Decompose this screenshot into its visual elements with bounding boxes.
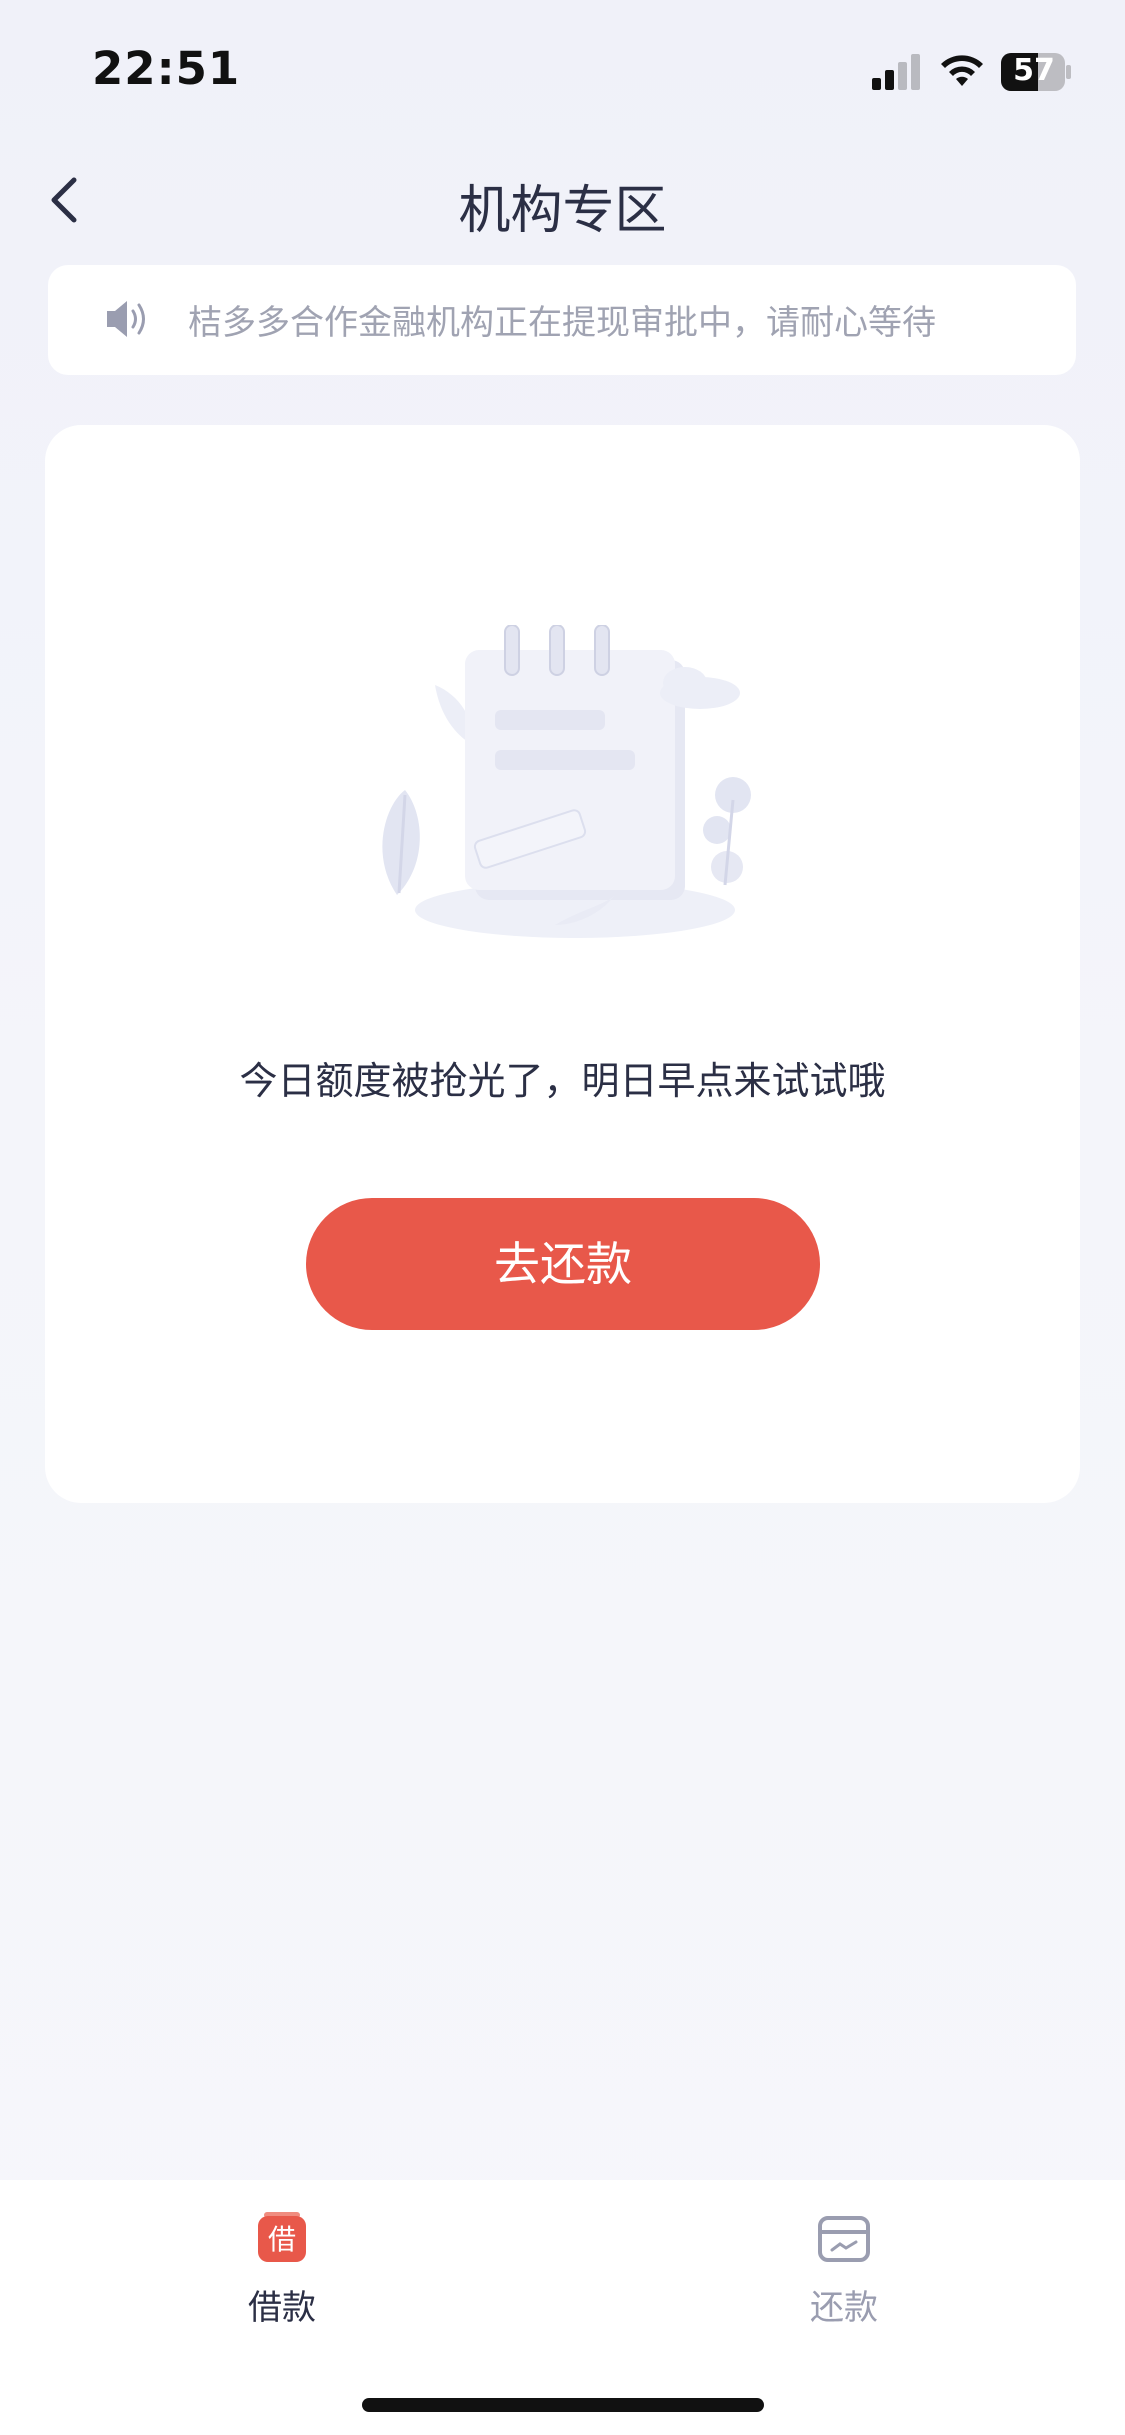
wifi-icon [941,55,983,86]
borrow-icon-glyph: 借 [268,2223,296,2256]
nav-header: 机构专区 [0,150,1125,250]
battery-level: 57 [1013,53,1055,88]
empty-state-card: 今日额度被抢光了，明日早点来试试哦 去还款 [45,425,1080,1503]
speaker-icon [107,301,145,337]
tab-repay[interactable]: 还款 [744,2212,944,2328]
empty-message: 今日额度被抢光了，明日早点来试试哦 [239,1059,886,1103]
repay-card-icon [818,2216,870,2262]
status-time: 22:51 [92,42,241,95]
tab-repay-label: 还款 [810,2288,878,2328]
cellular-signal-icon [872,54,920,90]
status-bar: 22:51 57 [0,0,1125,140]
page-title: 机构专区 [458,181,667,241]
tab-bar: 借 借款 还款 [0,2180,1125,2435]
borrow-icon: 借 [258,2212,306,2262]
notice-banner: 桔多多合作金融机构正在提现审批中，请耐心等待 [48,265,1076,375]
home-indicator [362,2398,764,2412]
notice-text: 桔多多合作金融机构正在提现审批中，请耐心等待 [188,303,936,343]
tab-borrow[interactable]: 借 借款 [182,2212,382,2328]
tab-borrow-label: 借款 [248,2288,316,2328]
go-repay-button[interactable]: 去还款 [306,1198,820,1330]
empty-notebook-illustration [382,625,751,938]
